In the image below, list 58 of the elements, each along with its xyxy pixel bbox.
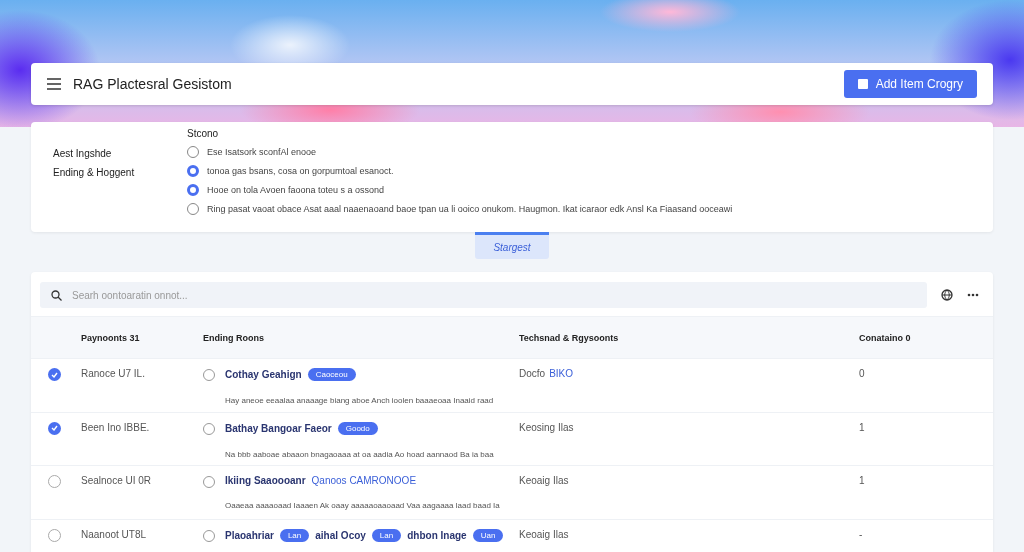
item-description: Na bbb aaboae abaaon bnagaoaaa at oa aadia Ao hoad aannaod Ba ia baa xyxy=(225,449,494,459)
table-cell-text: Keoaig Ilas xyxy=(519,528,569,542)
option-label: Hooe on tola Avoen faoona toteu s a ossond xyxy=(207,184,384,195)
filter-label: Aest Ingshde xyxy=(53,148,113,159)
row-checkbox[interactable] xyxy=(48,421,61,435)
table-cell-text: - xyxy=(859,528,864,542)
table-cell-text: Keoaig Ilas xyxy=(519,475,569,489)
item-title: dhbon Inage xyxy=(407,529,467,541)
search-field[interactable]: Searh oontoaratin onnot... xyxy=(40,282,927,308)
menu-icon[interactable] xyxy=(47,78,61,90)
table-cell-text: 0 xyxy=(859,368,866,382)
more-icon[interactable] xyxy=(967,293,979,297)
item-description: Hay aneoe eeaalaa anaaage biang aboe Anch ioolen baaaeoaa Inaaid raad xyxy=(225,396,494,406)
tag: Uan xyxy=(472,528,504,542)
column-header: Paynoonts 31 xyxy=(81,332,141,343)
option-label: tonoa gas bsans, cosa on gorpumtoal esanoct. xyxy=(207,165,394,176)
column-header: Conataino 0 xyxy=(859,332,912,343)
tag: Goodo xyxy=(337,421,378,435)
radio-button[interactable] xyxy=(187,145,199,158)
option-label: Ese Isatsork sconfAl enooe xyxy=(207,146,317,157)
group-title: Stcono xyxy=(187,128,220,139)
filter-label: Ending & Hoggent xyxy=(53,167,136,178)
tag: Lan xyxy=(279,528,310,542)
tag: Caoceou xyxy=(307,368,356,382)
column-header: Ending Roons xyxy=(203,332,265,343)
table-cell-text: Sealnoce UI 0R xyxy=(81,475,153,489)
row-checkbox[interactable] xyxy=(48,368,61,382)
globe-icon[interactable] xyxy=(941,289,953,301)
table-cell-text: Naanoot UT8L xyxy=(81,528,148,542)
item-title: Bathay Bangoar Faeor xyxy=(225,422,332,434)
item-title: Ikiing Saaoooanr xyxy=(225,475,306,487)
search-icon xyxy=(51,290,62,301)
item-title: aihal Ocoy xyxy=(315,529,366,541)
table-cell-text: 1 xyxy=(859,475,866,489)
table-cell-text: Docfo xyxy=(519,368,546,382)
link[interactable]: BIKO xyxy=(549,368,574,412)
app-title: RAG Plactesral Gesistom xyxy=(73,76,233,92)
check-icon xyxy=(51,425,58,432)
table-cell-text: 1 xyxy=(859,421,866,435)
add-button[interactable]: Add Item Crogry xyxy=(843,70,977,98)
table-cell-text: Been Ino IBBE. xyxy=(81,421,151,435)
table-cell-text: Keosing Ilas xyxy=(519,421,574,435)
row-checkbox[interactable] xyxy=(48,528,61,542)
option-label: Ring pasat vaoat obace Asat aaal naaenaoand baoe tpan ua li ooico onukom. Haugmon. Ikat icaraor edk Ansl Ka Fiaasand ooceawi xyxy=(207,203,733,214)
radio-button[interactable] xyxy=(187,183,199,196)
square-icon xyxy=(857,79,868,89)
column-header: Techsnad & Rgysoonts xyxy=(519,332,620,343)
row-checkbox[interactable] xyxy=(48,475,61,489)
item-title: Cothay Geahign xyxy=(225,369,302,381)
item-title: Plaoahriar xyxy=(225,529,274,541)
table-cell-text: Ranoce U7 IL. xyxy=(81,368,146,382)
tab[interactable]: Stargest xyxy=(475,232,549,259)
tag: Lan xyxy=(371,528,402,542)
radio-button[interactable] xyxy=(187,164,199,177)
item-description: Oaaeaa aaaaoaad Iaaaen Ak oaay aaaaaoaaoaad Vaa aagaaaa laad baad Ia xyxy=(225,501,500,511)
radio-button[interactable] xyxy=(187,202,199,215)
check-icon xyxy=(51,371,58,378)
link[interactable]: Qanoos CAMRONOOE xyxy=(311,475,417,487)
